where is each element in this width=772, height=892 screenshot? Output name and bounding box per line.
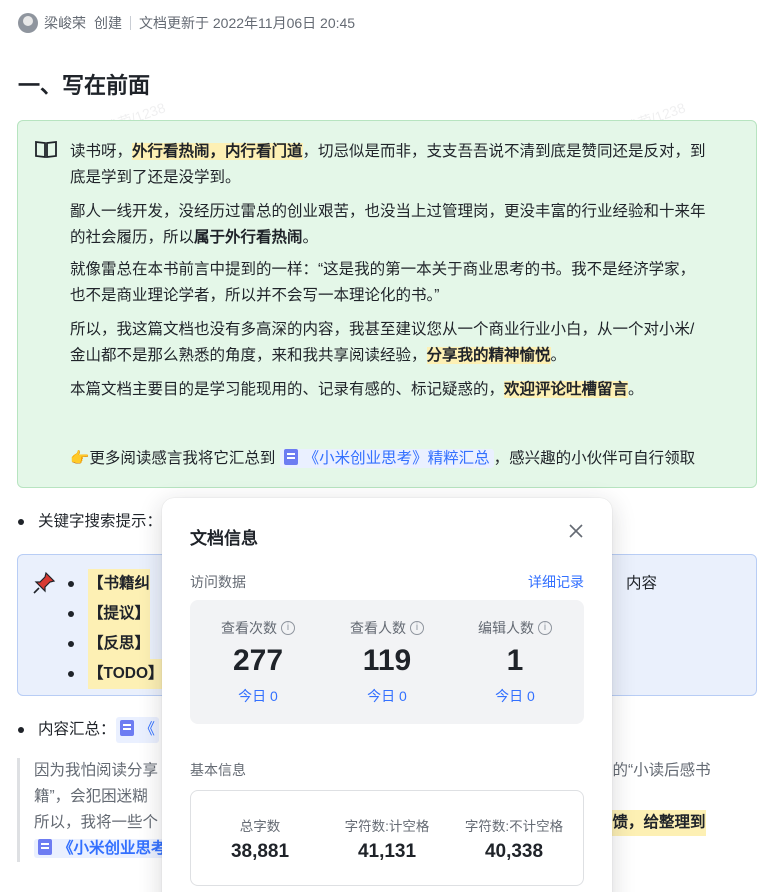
text: 的社会履历，所以 — [70, 229, 195, 246]
action-label: 创建 — [94, 15, 122, 31]
text: ，切忌似是而非，支支吾吾说不清到底是赞同还是反对，到 — [302, 143, 706, 160]
paragraph: 鄙人一线开发，没经历过雷总的创业艰苦，也没当上过管理岗，更没丰富的行业经验和十来… — [70, 199, 740, 251]
list-item: 内容汇总： 《 — [18, 717, 160, 743]
text: 读书呀， — [70, 143, 133, 160]
stat-value: 1 — [506, 644, 524, 677]
highlight-text: 外行看热闹，内行看门道 — [132, 143, 303, 160]
highlight-text: 欢迎评论吐槽留言 — [504, 381, 629, 398]
info-icon[interactable]: i — [410, 621, 424, 635]
basic-info: 总字数 38,881 字符数:计空格 41,131 字符数:不计空格 40,33… — [190, 790, 584, 886]
stat-value: 277 — [232, 644, 284, 677]
highlight-text: 反馈，给整理到 — [597, 810, 706, 836]
text: 内容 — [626, 575, 658, 592]
stat-today: 今日 0 — [238, 688, 278, 704]
pin-icon — [32, 571, 56, 601]
text: 就像雷总在本书前言中提到的一样：“这是我的第一本关于商业思考的书。我不是经济学家… — [70, 261, 696, 278]
doc-info-dialog: 文档信息 访问数据 详细记录 查看次数 i 277 今日 0 查看人数 i 119 … — [162, 498, 612, 892]
stat-char-with-spaces: 字符数:计空格 41,131 — [322, 815, 452, 863]
document-icon — [38, 839, 52, 855]
highlight-text: 【反思】 — [88, 629, 151, 659]
text: 底是学到了还是没学到。 — [70, 169, 241, 186]
doc-meta: 梁峻荣 创建 文档更新于 2022年11月06日 20:45 — [18, 12, 355, 34]
stat-label: 查看次数 — [221, 620, 277, 636]
dialog-title: 文档信息 — [190, 529, 258, 548]
stat-word-count: 总字数 38,881 — [195, 815, 325, 863]
stat-today: 今日 0 — [367, 688, 407, 704]
paragraph: 本篇文档主要目的是学习能现用的、记录有感的、标记疑惑的，欢迎评论吐槽留言。 — [70, 377, 740, 403]
text: 所以，我将一些个 — [34, 814, 159, 831]
text: 金山都不是那么熟悉的角度，来和我共享阅读经验， — [70, 347, 427, 364]
paragraph: 读书呀，外行看热闹，内行看门道，切忌似是而非，支支吾吾说不清到底是赞同还是反对，… — [70, 139, 740, 191]
doc-link[interactable]: 《小米创业思考》精粹汇总 — [279, 449, 494, 468]
list-item: 关键字搜索提示： — [18, 510, 162, 534]
avatar[interactable] — [18, 13, 38, 33]
keyword-list: 【书籍纠 【提议】 【反思】 【TODO】 — [68, 569, 164, 689]
list-item: 【提议】 — [68, 599, 164, 629]
stat-value: 38,881 — [230, 841, 290, 862]
list-item: 【TODO】 — [68, 659, 164, 689]
section-heading: 一、写在前面 — [18, 73, 151, 98]
text: 。 — [302, 229, 319, 246]
text: 鄙人一线开发，没经历过雷总的创业艰苦，也没当上过管理岗，更没丰富的行业经验和十来… — [70, 203, 706, 220]
stat-today: 今日 0 — [495, 688, 535, 704]
doc-link-label: 《小米创业思考》精粹汇总 — [303, 450, 490, 467]
text: 所以，我这篇文档也没有多高深的内容，我甚至建议您从一个商业行业小白，从一个对小米… — [70, 321, 695, 338]
stat-label: 总字数 — [239, 819, 281, 834]
section-label: 基本信息 — [190, 762, 246, 778]
stat-value: 40,338 — [484, 841, 544, 862]
highlight-text: 分享我的精神愉悦 — [426, 347, 551, 364]
doc-link[interactable]: 《 — [115, 717, 160, 743]
highlight-text: 【书籍纠 — [88, 569, 151, 599]
pointing-hand-icon: 👉 — [70, 450, 90, 467]
visit-stats: 查看次数 i 277 今日 0 查看人数 i 119 今日 0 编辑人数 i 1 今日… — [190, 600, 584, 724]
paragraph: 所以，我这篇文档也没有多高深的内容，我甚至建议您从一个商业行业小白，从一个对小米… — [70, 317, 740, 369]
paragraph: 就像雷总在本书前言中提到的一样：“这是我的第一本关于商业思考的书。我不是经济学家… — [70, 257, 740, 309]
detail-records-link[interactable]: 详细记录 — [528, 572, 584, 592]
info-icon[interactable]: i — [281, 621, 295, 635]
close-icon[interactable] — [566, 522, 586, 542]
intro-callout: 读书呀，外行看热闹，内行看门道，切忌似是而非，支支吾吾说不清到底是赞同还是反对，… — [17, 120, 757, 488]
text: 上的“小读后感书 — [597, 762, 711, 779]
text: 因为我怕阅读分享 — [34, 762, 159, 779]
text: 更多阅读感言我将它汇总到 — [89, 450, 276, 467]
list-item: 【反思】 — [68, 629, 164, 659]
stat-label: 查看人数 — [350, 620, 406, 636]
book-icon — [34, 139, 58, 159]
stat-value: 119 — [362, 644, 412, 677]
divider — [130, 16, 131, 30]
text: 也不是商业理论学者，所以并不会写一本理论化的书。” — [70, 287, 440, 304]
text: 关键字搜索提示： — [38, 513, 163, 530]
text: ，感兴趣的小伙伴可自行领取 — [493, 450, 696, 467]
stat-label: 字符数:不计空格 — [464, 819, 564, 834]
stat-value: 41,131 — [357, 841, 417, 862]
highlight-text: 【TODO】 — [88, 659, 164, 689]
stat-editor-count: 编辑人数 i 1 今日 0 — [455, 618, 575, 706]
document-icon — [283, 449, 298, 465]
author-name[interactable]: 梁峻荣 — [44, 13, 86, 33]
stat-viewer-count: 查看人数 i 119 今日 0 — [327, 618, 447, 706]
text: 本篇文档主要目的是学习能现用的、记录有感的、标记疑惑的， — [70, 381, 505, 398]
info-icon[interactable]: i — [538, 621, 552, 635]
text: 内容汇总： — [38, 721, 116, 738]
stat-char-without-spaces: 字符数:不计空格 40,338 — [449, 815, 579, 863]
doc-link[interactable]: 《小米创业思考 — [34, 839, 171, 858]
updated-time[interactable]: 文档更新于 2022年11月06日 20:45 — [139, 13, 355, 33]
list-item: 【书籍纠 — [68, 569, 164, 599]
document-icon — [119, 720, 134, 736]
stat-label: 编辑人数 — [478, 620, 534, 636]
text: 籍”，会犯困迷糊 — [34, 788, 148, 805]
stat-view-count: 查看次数 i 277 今日 0 — [198, 618, 318, 706]
stat-label: 字符数:计空格 — [344, 819, 430, 834]
bold-text: 属于外行看热闹 — [194, 229, 303, 246]
section-label: 访问数据 — [190, 574, 246, 590]
highlight-text: 【提议】 — [88, 599, 151, 629]
doc-link-label: 《小米创业思考 — [58, 840, 167, 857]
text: 。 — [628, 381, 644, 398]
paragraph: 👉更多阅读感言我将它汇总到 《小米创业思考》精粹汇总 ，感兴趣的小伙伴可自行领取 — [70, 446, 740, 472]
doc-link-label: 《 — [139, 721, 156, 738]
text: 。 — [550, 347, 567, 364]
